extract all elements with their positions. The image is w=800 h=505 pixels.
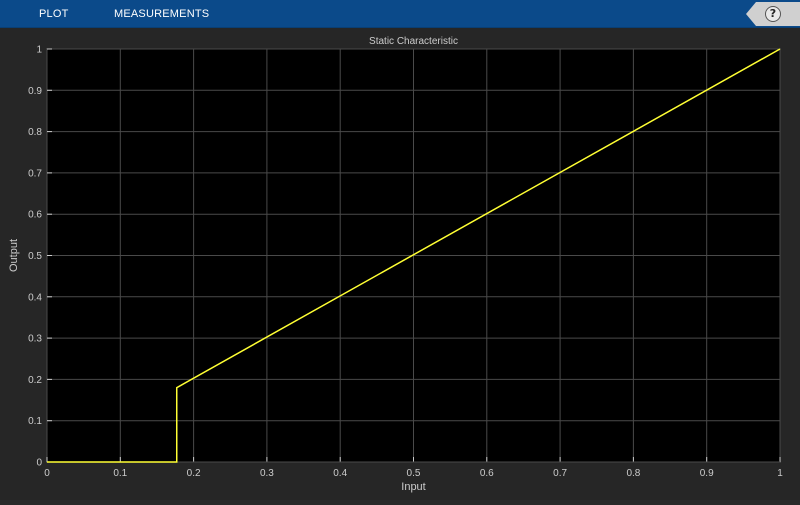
y-tick-label: 0.8 (28, 127, 42, 138)
y-tick-label: 0.3 (28, 334, 42, 345)
y-tick-label: 0.2 (28, 375, 42, 386)
y-tick-label: 0.7 (28, 168, 42, 179)
static-characteristic-chart[interactable]: 0 0.1 0.2 0.3 0.4 0.5 0.6 0.7 0.8 0.9 1 0 0.1 0.2 0.3… (0, 28, 800, 500)
help-icon[interactable]: ? (765, 6, 781, 22)
x-tick-label: 1 (777, 468, 783, 479)
x-tick-labels: 0 0.1 0.2 0.3 0.4 0.5 0.6 0.7 0.8 0.9 1 (44, 468, 783, 479)
x-tick-label: 0.2 (187, 468, 201, 479)
x-tick-label: 0.9 (700, 468, 714, 479)
y-tick-label: 0 (36, 458, 42, 469)
chart-title: Static Characteristic (369, 36, 458, 47)
y-tick-label: 0.9 (28, 86, 42, 97)
y-tick-label: 0.1 (28, 416, 42, 427)
x-tick-label: 0 (44, 468, 50, 479)
x-tick-label: 0.7 (553, 468, 567, 479)
tab-measurements[interactable]: MEASUREMENTS (114, 0, 209, 28)
help-button[interactable]: ? (746, 2, 800, 26)
y-tick-label: 0.4 (28, 292, 42, 303)
toolstrip: PLOT MEASUREMENTS ? (0, 0, 800, 28)
y-tick-label: 0.5 (28, 251, 42, 262)
x-axis-label: Input (401, 481, 425, 493)
x-tick-label: 0.1 (113, 468, 127, 479)
y-tick-label: 0.6 (28, 210, 42, 221)
y-axis-label: Output (8, 239, 20, 272)
x-tick-label: 0.6 (480, 468, 494, 479)
x-tick-label: 0.5 (407, 468, 421, 479)
tab-plot[interactable]: PLOT (39, 0, 69, 28)
plot-area: 0 0.1 0.2 0.3 0.4 0.5 0.6 0.7 0.8 0.9 1 0 0.1 0.2 0.3… (0, 28, 800, 500)
x-tick-label: 0.3 (260, 468, 274, 479)
x-tick-label: 0.4 (333, 468, 347, 479)
y-tick-labels: 0 0.1 0.2 0.3 0.4 0.5 0.6 0.7 0.8 0.9 1 (28, 45, 42, 469)
x-tick-label: 0.8 (626, 468, 640, 479)
y-tick-label: 1 (36, 45, 42, 56)
